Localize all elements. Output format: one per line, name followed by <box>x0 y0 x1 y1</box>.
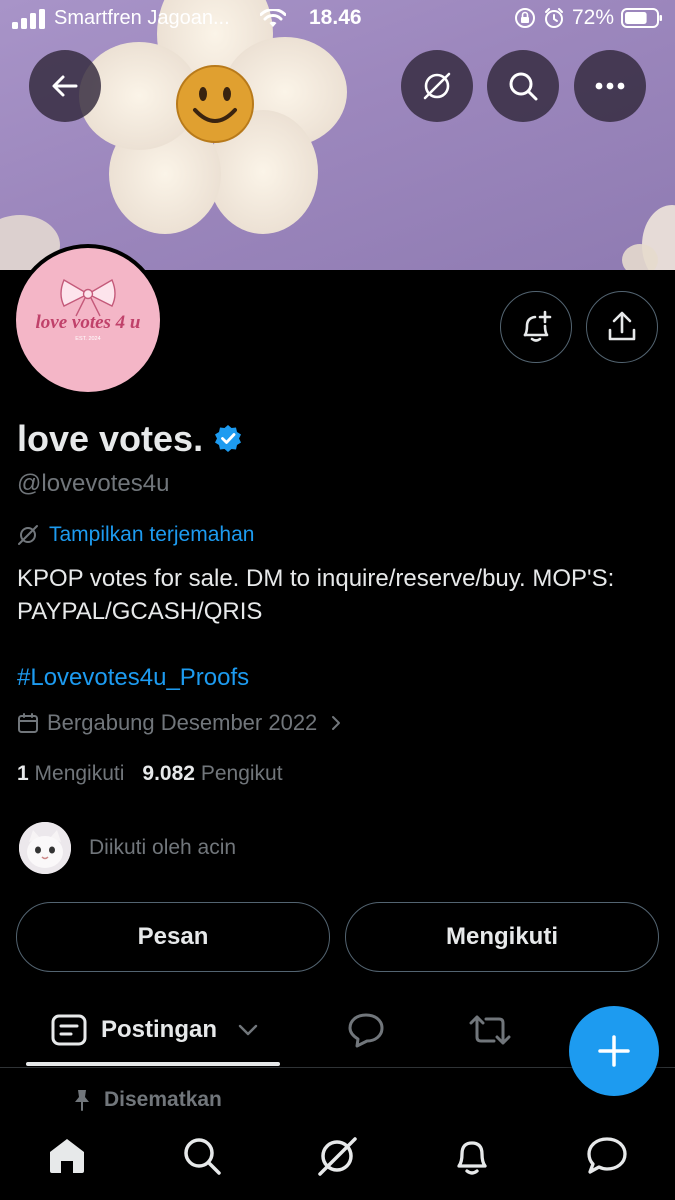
carrier-name: Smartfren Jagoan... <box>54 7 230 29</box>
profile-avatar[interactable]: love votes 4 u EST. 2024 <box>12 244 164 396</box>
following-button[interactable]: Mengikuti <box>345 902 659 972</box>
alarm-icon <box>544 8 563 28</box>
joined-label: Bergabung Desember 2022 <box>47 710 318 735</box>
home-icon <box>50 1139 84 1173</box>
plus-icon <box>598 1035 630 1067</box>
following-label: Mengikuti <box>34 762 125 785</box>
profile-name-row: love votes. <box>17 418 243 460</box>
grok-icon <box>318 1137 357 1176</box>
translate-link[interactable]: Tampilkan terjemahan <box>17 523 254 547</box>
grok-icon <box>423 72 451 100</box>
arrow-left-icon <box>52 75 78 97</box>
active-tab-indicator <box>26 1062 280 1066</box>
bio-hashtag-link[interactable]: #Lovevotes4u_Proofs <box>17 664 249 692</box>
battery-icon <box>621 8 662 28</box>
followers-count: 9.082 <box>142 762 195 785</box>
rotation-lock-icon <box>514 8 535 28</box>
avatar-image: love votes 4 u EST. 2024 <box>16 248 160 392</box>
profile-handle: @lovevotes4u <box>17 470 170 497</box>
search-button[interactable] <box>487 50 559 122</box>
more-button[interactable] <box>574 50 646 122</box>
followed-by-row[interactable]: Diikuti oleh acin <box>19 822 236 874</box>
nav-grok[interactable] <box>307 1132 367 1180</box>
battery-percent: 72% <box>571 6 614 29</box>
profile-bio: KPOP votes for sale. DM to inquire/reser… <box>17 565 615 625</box>
avatar-logo-text: love votes 4 u <box>35 312 140 333</box>
back-button[interactable] <box>29 50 101 122</box>
bell-icon <box>457 1141 487 1175</box>
bell-plus-icon <box>523 310 552 342</box>
tab-posts-label: Postingan <box>100 1016 217 1043</box>
message-button-label: Pesan <box>137 923 209 950</box>
profile-banner[interactable] <box>0 0 675 270</box>
share-button[interactable] <box>586 291 658 363</box>
posts-icon <box>51 1014 87 1046</box>
wifi-icon <box>259 8 286 27</box>
tab-reposts[interactable] <box>454 992 526 1068</box>
following-button-label: Mengikuti <box>446 923 558 950</box>
follower-avatar <box>19 822 71 874</box>
search-icon <box>184 1138 221 1175</box>
translate-label: Tampilkan terjemahan <box>49 523 255 546</box>
chevron-right-icon <box>332 716 341 730</box>
signal-icon <box>12 8 45 29</box>
avatar-logo: love votes 4 u EST. 2024 <box>35 278 141 342</box>
status-bar: Smartfren Jagoan... 18.46 72% <box>0 0 675 38</box>
notify-button[interactable] <box>500 291 572 363</box>
pin-icon <box>75 1090 89 1111</box>
nav-home[interactable] <box>37 1132 97 1180</box>
followed-by-text: Diikuti oleh acin <box>89 836 237 859</box>
grok-button[interactable] <box>401 50 473 122</box>
calendar-icon <box>18 713 38 733</box>
nav-search[interactable] <box>172 1132 232 1180</box>
bottom-navigation <box>0 1118 675 1200</box>
avatar-logo-subtext: EST. 2024 <box>75 336 100 342</box>
compose-button[interactable] <box>569 1006 659 1096</box>
nav-messages[interactable] <box>577 1132 637 1180</box>
repost-icon <box>469 1015 511 1045</box>
messages-icon <box>587 1137 627 1174</box>
follow-stats: 1 Mengikuti 9.082 Pengikut <box>17 762 283 786</box>
banner-flower-image <box>0 0 675 270</box>
nav-notifications[interactable] <box>442 1132 502 1180</box>
grok-icon <box>18 525 38 545</box>
cat-avatar-image <box>19 822 71 874</box>
message-button[interactable]: Pesan <box>16 902 330 972</box>
more-icon <box>595 82 625 90</box>
following-count: 1 <box>17 762 29 785</box>
profile-name: love votes. <box>17 418 204 459</box>
followers-link[interactable]: 9.082 Pengikut <box>142 762 282 786</box>
clock: 18.46 <box>309 6 362 29</box>
pinned-label: Disematkan <box>104 1088 222 1111</box>
tab-posts[interactable]: Postingan <box>40 992 270 1068</box>
search-icon <box>509 72 538 101</box>
tab-replies[interactable] <box>330 992 402 1068</box>
share-icon <box>608 311 636 341</box>
reply-icon <box>348 1013 384 1048</box>
verified-badge-icon[interactable] <box>213 424 243 454</box>
followers-label: Pengikut <box>200 762 283 785</box>
following-link[interactable]: 1 Mengikuti <box>17 762 124 786</box>
pinned-indicator: Disematkan <box>72 1088 222 1112</box>
joined-date[interactable]: Bergabung Desember 2022 <box>17 710 343 736</box>
chevron-down-icon[interactable] <box>237 1023 259 1037</box>
